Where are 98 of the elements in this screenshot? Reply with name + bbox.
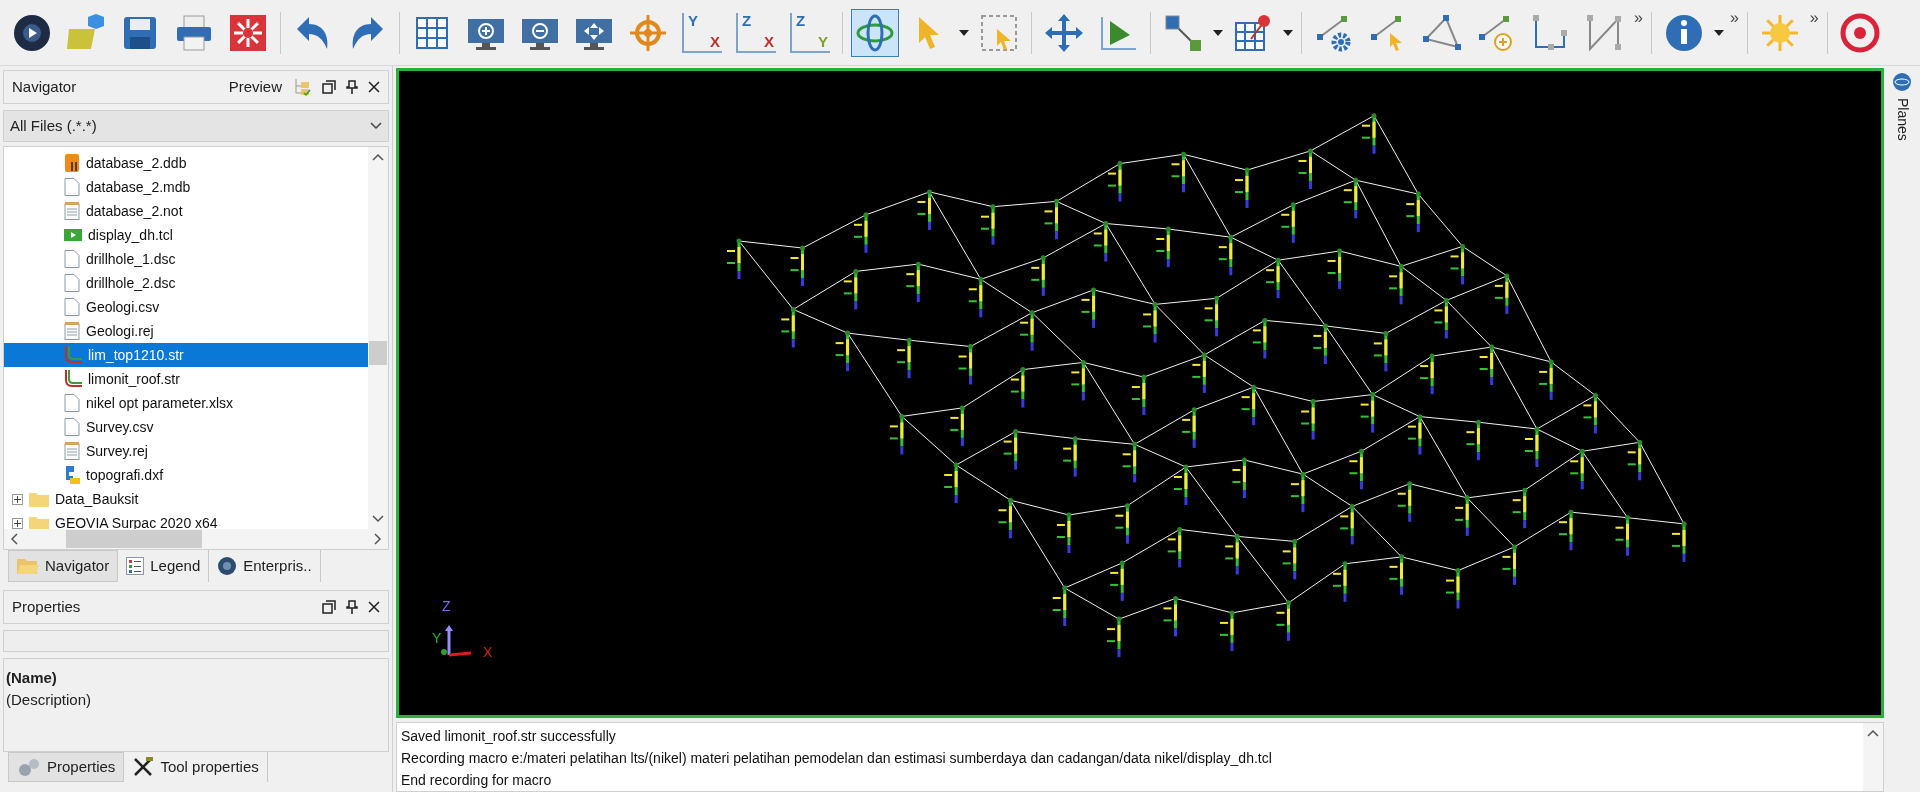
- notepad-icon: [64, 202, 80, 220]
- side-tab[interactable]: Planes: [1891, 98, 1913, 141]
- tree-item[interactable]: database_2.ddb: [4, 151, 368, 175]
- pin-icon[interactable]: [346, 80, 358, 94]
- close-icon[interactable]: [368, 601, 380, 613]
- pin-icon[interactable]: [346, 600, 358, 614]
- folder-icon: [17, 557, 39, 575]
- segment-icon: [1163, 12, 1203, 53]
- target-icon: [1839, 12, 1880, 53]
- rotate-icon: [855, 12, 895, 53]
- tree-item[interactable]: Geologi.rej: [4, 319, 368, 343]
- polygon-icon: [1422, 12, 1462, 53]
- database-file-icon: [64, 154, 80, 172]
- panel-tab[interactable]: Navigator: [8, 550, 119, 582]
- burst-icon: [228, 12, 268, 53]
- panel-tab[interactable]: Tool properties: [124, 752, 268, 782]
- crosshair-icon: [628, 12, 668, 53]
- vertical-scrollbar[interactable]: [368, 147, 388, 529]
- notepad-icon: [64, 322, 80, 340]
- tree-item[interactable]: limonit_roof.str: [4, 367, 368, 391]
- tree-item[interactable]: display_dh.tcl: [4, 223, 368, 247]
- folder-icon: [29, 491, 49, 507]
- panel-title: Properties: [12, 596, 82, 617]
- file-icon: [64, 418, 80, 436]
- sun-icon: [1759, 12, 1800, 53]
- z-axis-label: Z: [442, 599, 451, 613]
- overflow-chevron[interactable]: »: [1729, 6, 1739, 30]
- overflow-chevron[interactable]: »: [1809, 6, 1819, 30]
- file-icon: [64, 250, 80, 268]
- y-axis-label: Y: [432, 631, 442, 645]
- script-file-icon: [64, 229, 82, 241]
- panel-title: Navigator: [12, 76, 78, 97]
- string-file-icon: [64, 370, 82, 388]
- 3d-viewport[interactable]: Z Y X: [396, 68, 1884, 718]
- tree-item[interactable]: nikel opt parameter.xlsx: [4, 391, 368, 415]
- preview-label[interactable]: Preview: [228, 75, 282, 99]
- tree-item[interactable]: topografi.dxf: [4, 463, 368, 487]
- filter-value: All Files (.*.*): [10, 115, 98, 136]
- scroll-up-icon[interactable]: [1867, 729, 1879, 737]
- file-icon: [64, 298, 80, 316]
- tree-item[interactable]: Data_Bauksit: [55, 488, 139, 510]
- scroll-down-icon[interactable]: [372, 515, 384, 523]
- close-icon[interactable]: [368, 81, 380, 93]
- file-icon: [64, 274, 80, 292]
- property-field[interactable]: [3, 630, 389, 652]
- panel-tab[interactable]: Legend: [118, 550, 210, 582]
- property-description: (Description): [6, 690, 93, 710]
- info-icon: [1663, 12, 1704, 53]
- tree-item[interactable]: database_2.mdb: [4, 175, 368, 199]
- float-icon[interactable]: [322, 600, 336, 614]
- print-icon: [174, 12, 214, 53]
- zigzag-icon: [1584, 12, 1624, 53]
- caret-icon: [1283, 29, 1293, 36]
- tree-item[interactable]: Survey.csv: [4, 415, 368, 439]
- scroll-up-icon[interactable]: [372, 153, 384, 161]
- gears-icon: [17, 757, 41, 777]
- expander[interactable]: [12, 493, 23, 505]
- tree-item[interactable]: database_2.not: [4, 199, 368, 223]
- scroll-thumb[interactable]: [369, 341, 387, 365]
- caret-icon: [1713, 29, 1724, 36]
- steps-icon: [1530, 12, 1570, 53]
- panel-tab[interactable]: Enterpris..: [209, 550, 321, 582]
- scroll-left-icon[interactable]: [10, 533, 18, 545]
- file-icon: [64, 178, 80, 196]
- notepad-icon: [64, 442, 80, 460]
- tree-item[interactable]: drillhole_2.dsc: [4, 271, 368, 295]
- scroll-right-icon[interactable]: [374, 533, 382, 545]
- globe-icon: [217, 556, 238, 576]
- dxf-file-icon: [64, 466, 80, 484]
- tree-item[interactable]: lim_top1210.str: [4, 343, 368, 367]
- tree-view-icon[interactable]: [292, 77, 312, 97]
- filter-dropdown[interactable]: All Files (.*.*): [3, 110, 389, 142]
- string-file-icon: [64, 346, 82, 364]
- vertical-scrollbar[interactable]: [1863, 723, 1883, 791]
- caret-icon: [959, 29, 969, 36]
- planes-icon[interactable]: [1892, 72, 1912, 92]
- caret-icon: [1213, 29, 1223, 36]
- tree-item[interactable]: drillhole_1.dsc: [4, 247, 368, 271]
- property-name: (Name): [6, 668, 58, 688]
- move-icon: [1044, 12, 1084, 53]
- log-line: Recording macro e:/materi pelatihan lts/(nikel) materi pelatihan pemodelan dan estimasi sumberdaya dan cadangan/data nikel/display_dh.tcl: [401, 749, 1273, 768]
- horizontal-scrollbar[interactable]: [4, 529, 388, 549]
- file-icon: [64, 394, 80, 412]
- disc-icon: [12, 12, 52, 53]
- tools-icon: [132, 756, 155, 778]
- select-box-icon: [979, 12, 1019, 53]
- float-icon[interactable]: [322, 80, 336, 94]
- legend-icon: [126, 557, 145, 575]
- grid-pin-icon: [1233, 12, 1273, 53]
- log-line: End recording for macro: [401, 771, 553, 790]
- expander[interactable]: [12, 517, 23, 529]
- overflow-chevron[interactable]: »: [1634, 6, 1643, 30]
- tree-item[interactable]: Geologi.csv: [4, 295, 368, 319]
- x-axis-label: X: [483, 645, 493, 659]
- chevron-down-icon: [370, 122, 382, 130]
- panel-tab[interactable]: Properties: [8, 752, 125, 782]
- log-line: Saved limonit_roof.str successfully: [401, 727, 617, 746]
- tree-item[interactable]: Survey.rej: [4, 439, 368, 463]
